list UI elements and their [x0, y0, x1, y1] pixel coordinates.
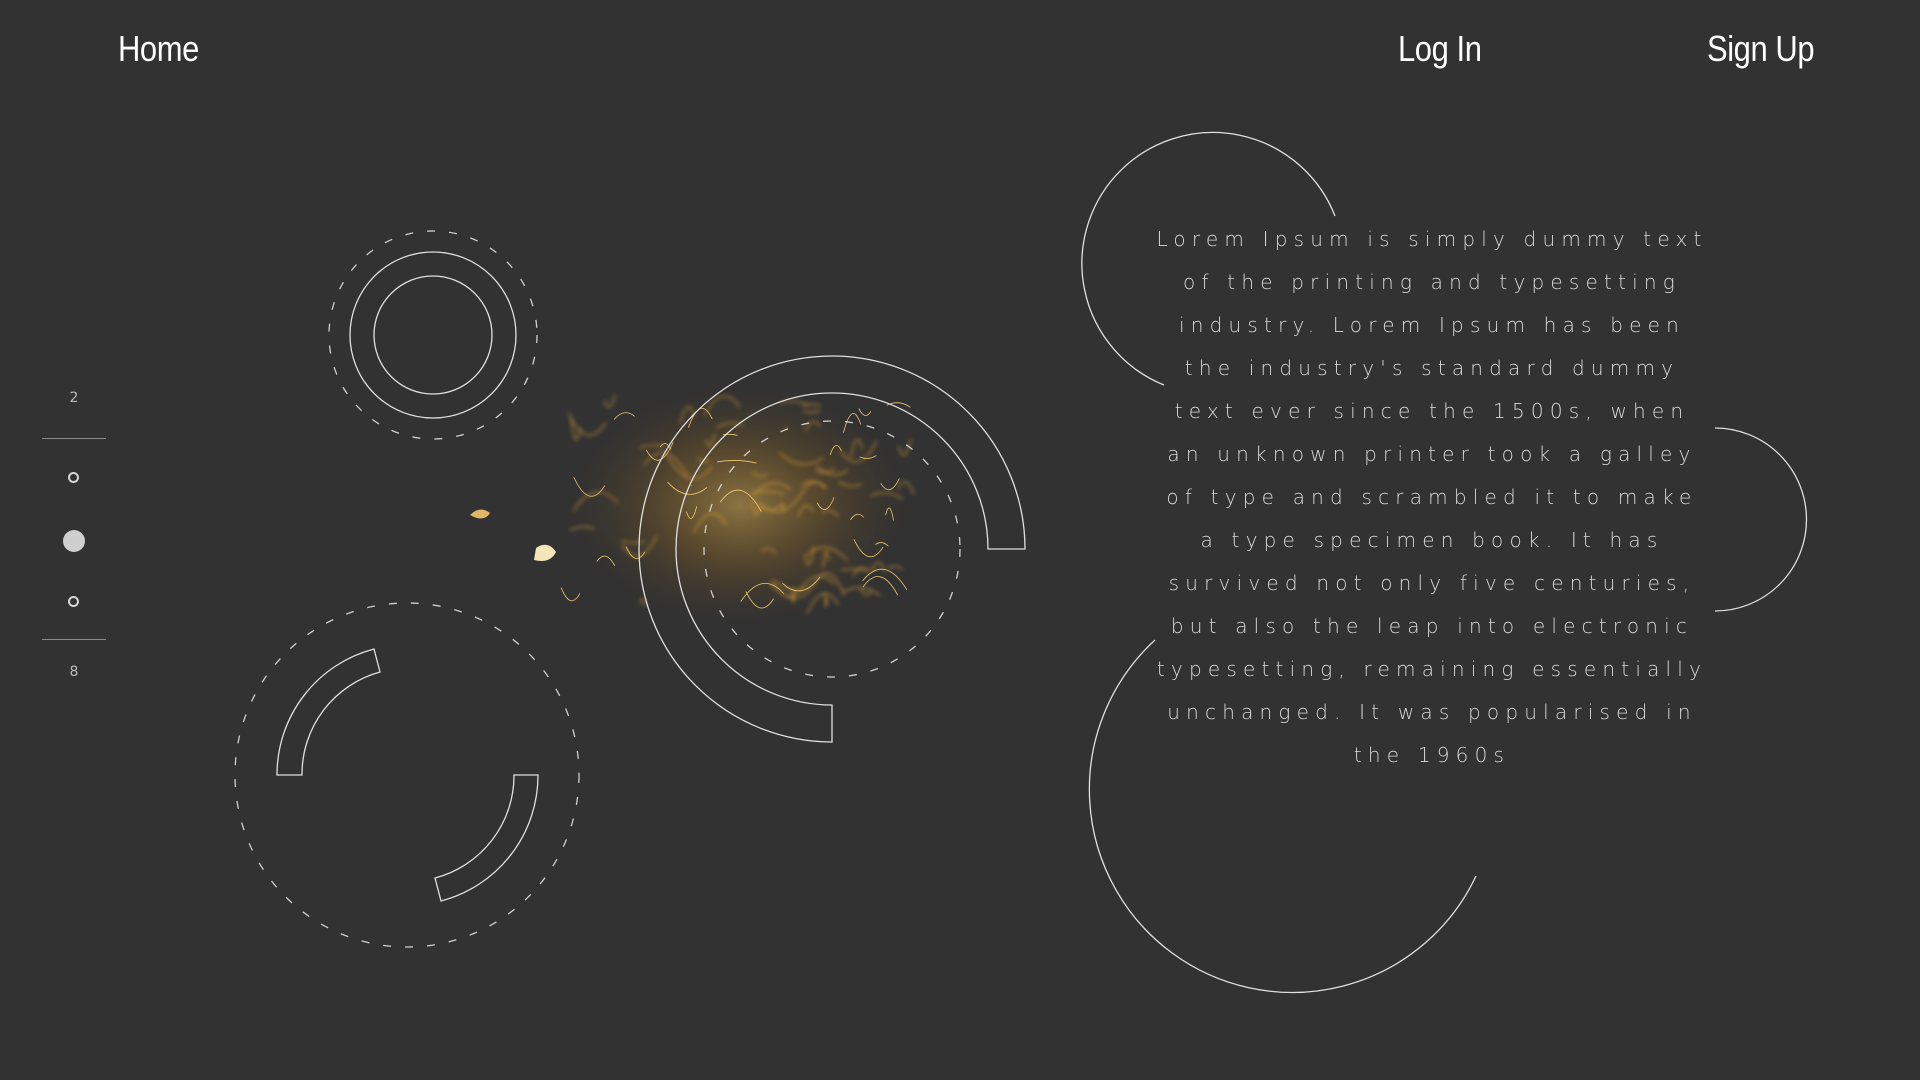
pager-dot[interactable]	[68, 472, 79, 483]
ring-ornament-top	[328, 230, 538, 440]
spark-strand	[560, 587, 581, 602]
pager-last-number: 8	[69, 664, 79, 680]
spark-strand	[567, 412, 607, 436]
spark-strand	[858, 408, 872, 416]
lorem-paragraph: Lorem Ipsum is simply dummy text of the …	[1156, 227, 1708, 767]
pager-dot[interactable]	[68, 596, 79, 607]
pager-first-number: 2	[69, 390, 79, 406]
spark-strand	[887, 565, 903, 571]
sparkle-cloud	[470, 385, 915, 625]
spark-flare	[534, 544, 556, 561]
pager-divider-top	[42, 438, 106, 439]
pager-divider-bottom	[42, 639, 106, 640]
page: Home Log In Sign Up 2 8 Lorem Ipsum is s…	[0, 0, 1920, 1080]
page-indicator: 2 8	[42, 390, 106, 690]
pager-dot-active[interactable]	[63, 530, 85, 552]
spark-flare	[470, 509, 490, 519]
spark-strand	[603, 394, 616, 408]
ring-ornament-bottom	[234, 602, 580, 948]
